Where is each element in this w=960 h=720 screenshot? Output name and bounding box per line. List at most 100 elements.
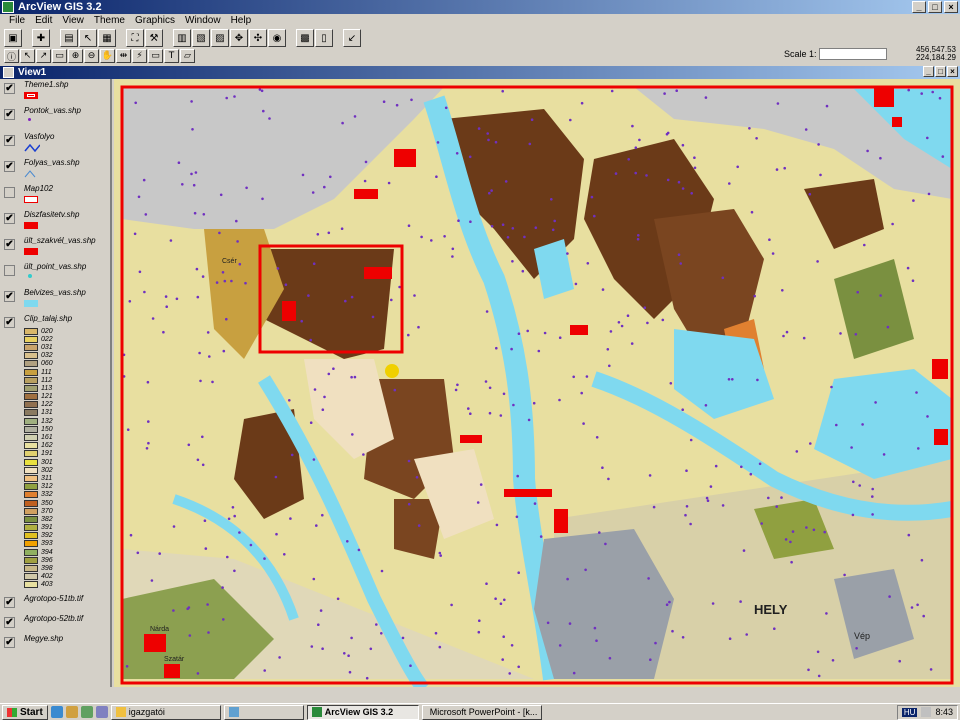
theme-visibility-checkbox[interactable]: ✔ [4,239,15,250]
minimize-button[interactable]: _ [912,1,926,13]
chart-button[interactable]: ▧ [192,29,210,47]
toc-theme[interactable]: ✔ Pontok_vas.shp [0,105,110,131]
menu-file[interactable]: File [4,14,30,27]
zoom-full-button[interactable]: ✥ [230,29,248,47]
legend-code: 370 [41,507,53,515]
toc-theme[interactable]: ült_point_vas.shp [0,261,110,287]
theme-visibility-checkbox[interactable] [4,187,15,198]
legend-entry: 402 [0,573,110,581]
legend-code: 403 [41,581,53,589]
find-button[interactable]: ⛶ [126,29,144,47]
identify-tool[interactable]: ⓘ [4,49,19,63]
view-close-button[interactable]: × [947,66,958,77]
taskbar-item[interactable]: ArcView GIS 3.2 [306,704,419,720]
locate-button[interactable]: ▥ [173,29,191,47]
help-button[interactable]: ↙ [343,29,361,47]
legend-swatch [24,507,38,515]
desktop-icon[interactable] [80,706,93,718]
taskbar-item[interactable]: igazgatói [110,704,221,720]
zoom-out-tool[interactable]: ⊖ [84,49,99,63]
legend-entry: 391 [0,524,110,532]
menu-edit[interactable]: Edit [30,14,57,27]
app-title-bar: ArcView GIS 3.2 _ □ × [0,0,960,14]
theme-properties-button[interactable]: ▤ [60,29,78,47]
close-button[interactable]: × [944,1,958,13]
open-table-button[interactable]: ▦ [98,29,116,47]
language-indicator[interactable]: HU [901,707,918,717]
start-button[interactable]: Start [2,704,48,720]
theme-visibility-checkbox[interactable]: ✔ [4,135,15,146]
zoom-previous-button[interactable]: ◉ [268,29,286,47]
taskbar-item[interactable]: Microsoft PowerPoint - [k... [421,704,542,720]
toc-theme[interactable]: ✔ Vasfolyo [0,131,110,157]
theme-visibility-checkbox[interactable]: ✔ [4,317,15,328]
vertex-edit-tool[interactable]: ↗ [36,49,51,63]
pointer-tool[interactable]: ↖ [20,49,35,63]
menu-graphics[interactable]: Graphics [130,14,180,27]
layout-button[interactable]: ▨ [211,29,229,47]
theme-visibility-checkbox[interactable]: ✔ [4,637,15,648]
toc-theme[interactable]: ✔ Folyas_vas.shp [0,157,110,183]
menu-view[interactable]: View [57,14,89,27]
map-canvas[interactable]: HELY Vép Nárda Szatár Csér [114,79,960,687]
query-button[interactable]: ⚒ [145,29,163,47]
tray-icon[interactable] [921,707,932,717]
toc-theme[interactable]: Map102 [0,183,110,209]
app-quicklaunch-icon[interactable] [95,706,108,718]
label-tool[interactable]: ▭ [148,49,163,63]
arcview-app-icon[interactable] [2,1,14,13]
scale-input[interactable] [818,48,887,60]
view-icon[interactable] [3,67,14,78]
clear-selection-button[interactable]: ▯ [315,29,333,47]
legend-code: 060 [41,360,53,368]
map-display[interactable]: HELY Vép Nárda Szatár Csér [114,79,960,687]
edit-legend-button[interactable]: ↖ [79,29,97,47]
theme-visibility-checkbox[interactable]: ✔ [4,161,15,172]
toc-theme[interactable]: ✔ ült_szakvél_vas.shp [0,235,110,261]
pan-tool[interactable]: ✋ [100,49,115,63]
menu-help[interactable]: Help [226,14,257,27]
view-title: View1 [18,67,47,78]
toc-theme[interactable]: ✔ Megye.shp [0,633,110,653]
legend-code: 161 [41,434,53,442]
add-theme-button[interactable]: ✚ [32,29,50,47]
draw-tool[interactable]: ▱ [180,49,195,63]
theme-visibility-checkbox[interactable]: ✔ [4,109,15,120]
measure-tool[interactable]: ⇹ [116,49,131,63]
theme-visibility-checkbox[interactable]: ✔ [4,291,15,302]
theme-visibility-checkbox[interactable]: ✔ [4,597,15,608]
view-maximize-button[interactable]: □ [935,66,946,77]
theme-visibility-checkbox[interactable]: ✔ [4,83,15,94]
menu-theme[interactable]: Theme [89,14,130,27]
maximize-button[interactable]: □ [928,1,942,13]
theme-visibility-checkbox[interactable]: ✔ [4,617,15,628]
legend-code: 332 [41,491,53,499]
legend-entry: 132 [0,417,110,425]
theme-visibility-checkbox[interactable] [4,265,15,276]
legend-symbol [24,92,38,99]
zoom-in-tool[interactable]: ⊕ [68,49,83,63]
legend-code: 162 [41,442,53,450]
toc-theme[interactable]: ✔ Clip_talaj.shp [0,313,110,328]
save-button[interactable]: ▣ [4,29,22,47]
hotlink-tool[interactable]: ⚡ [132,49,147,63]
toc-theme[interactable]: ✔ Agrotopo-52tb.tif [0,613,110,633]
toc-theme[interactable]: ✔ Belvizes_vas.shp [0,287,110,313]
toc-theme[interactable]: ✔ Diszfasitetv.shp [0,209,110,235]
legend-swatch [24,352,38,360]
theme-visibility-checkbox[interactable]: ✔ [4,213,15,224]
menu-window[interactable]: Window [180,14,226,27]
outlook-icon[interactable] [65,706,78,718]
legend-entry: 312 [0,483,110,491]
legend-code: 020 [41,327,53,335]
toc-theme[interactable]: ✔ Agrotopo-51tb.tif [0,593,110,613]
select-features-button[interactable]: ▩ [296,29,314,47]
toc-theme[interactable]: ✔ Theme1.shp [0,79,110,105]
taskbar-item[interactable] [223,704,304,720]
legend-swatch [24,532,38,540]
ie-icon[interactable] [50,706,63,718]
text-tool[interactable]: T [164,49,179,63]
select-feature-tool[interactable]: ▭ [52,49,67,63]
zoom-active-button[interactable]: ✣ [249,29,267,47]
view-minimize-button[interactable]: _ [923,66,934,77]
